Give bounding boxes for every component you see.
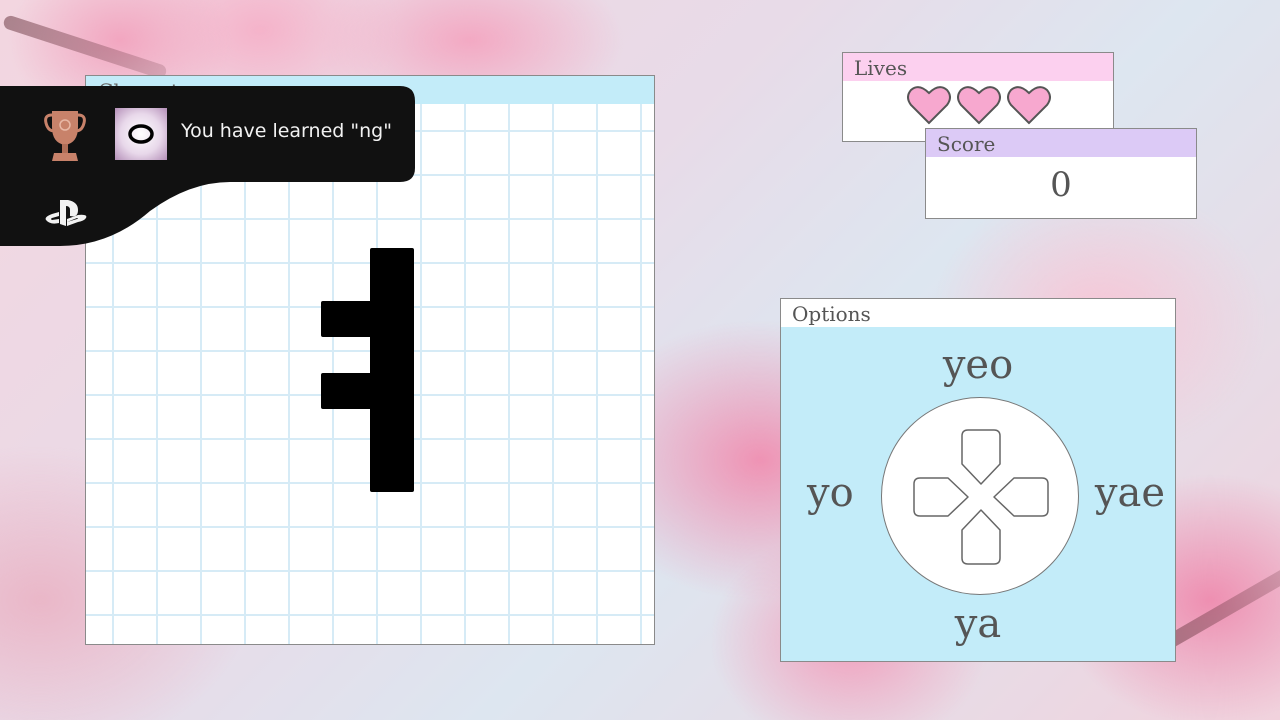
heart-icon [957, 86, 1001, 125]
options-panel: Options yeo yo yae ya [780, 298, 1176, 662]
playstation-icon [44, 198, 88, 232]
score-panel: Score 0 [925, 128, 1197, 219]
circle-symbol-icon [128, 124, 154, 144]
hearts-row [907, 85, 1051, 125]
option-up[interactable]: yeo [781, 345, 1175, 385]
notification-thumbnail [115, 108, 167, 160]
glyph-stroke-lower [321, 373, 381, 409]
background-branch [1, 14, 169, 80]
option-down[interactable]: ya [781, 604, 1175, 644]
notification-message: You have learned "ng" [181, 120, 392, 142]
option-left[interactable]: yo [807, 473, 854, 513]
heart-icon [1007, 86, 1051, 125]
options-title: Options [781, 299, 1175, 327]
dpad-right-icon [993, 477, 1049, 517]
dpad [881, 397, 1079, 595]
bronze-trophy-icon [44, 109, 86, 167]
glyph-stroke-upper [321, 301, 381, 337]
lives-title: Lives [843, 53, 1113, 81]
option-right[interactable]: yae [1095, 473, 1165, 513]
score-title: Score [926, 129, 1196, 157]
dpad-up-icon [961, 429, 1001, 485]
score-value: 0 [1050, 165, 1072, 205]
heart-icon [907, 86, 951, 125]
glyph-stroke-vertical [370, 248, 414, 492]
dpad-down-icon [961, 509, 1001, 565]
dpad-icon [913, 429, 1049, 565]
dpad-left-icon [913, 477, 969, 517]
